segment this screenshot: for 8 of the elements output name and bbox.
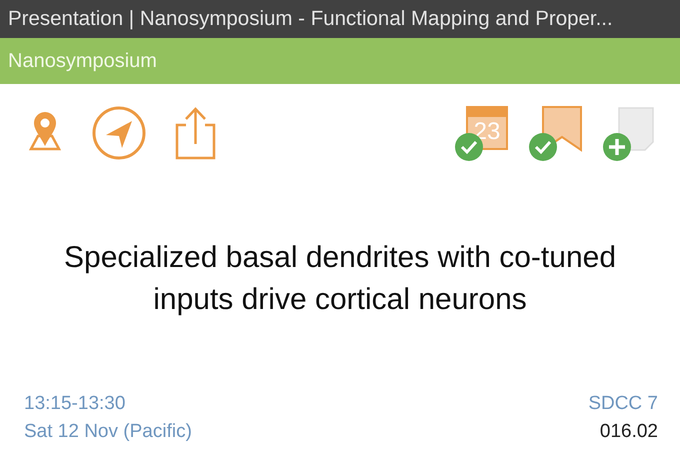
room-link[interactable]: SDCC 7	[588, 393, 658, 415]
section-title: Nanosymposium	[8, 50, 157, 72]
presentation-title: Specialized basal dendrites with co-tuned inputs drive cortical neurons	[63, 240, 617, 318]
date-text: Sat 12 Nov (Pacific)	[24, 421, 192, 443]
navigate-button[interactable]	[90, 104, 148, 162]
window-title: Presentation | Nanosymposium - Functional Mapping and Proper...	[8, 7, 613, 31]
presentation-number: 016.02	[600, 421, 658, 443]
time-range: 13:15-13:30	[24, 393, 126, 415]
